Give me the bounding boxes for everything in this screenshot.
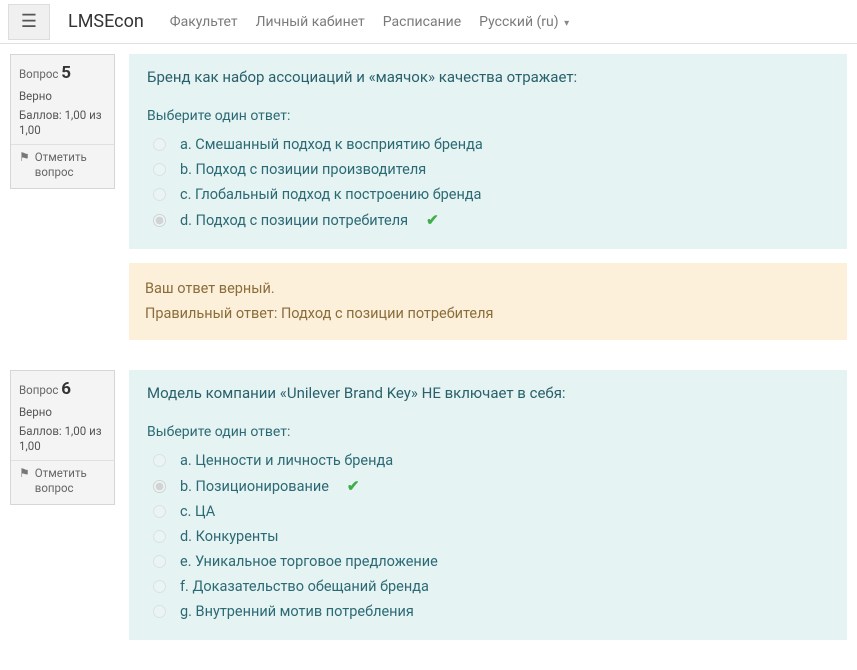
- answer-text: d. Конкуренты: [180, 528, 278, 545]
- answer-option[interactable]: d. Конкуренты: [147, 524, 829, 549]
- answer-option[interactable]: a. Ценности и личность бренда: [147, 448, 829, 473]
- answer-prompt: Выберите один ответ:: [147, 108, 829, 124]
- hamburger-icon: ☰: [21, 11, 37, 32]
- question-5: Вопрос 5 Верно Баллов: 1,00 из 1,00 ⚑ От…: [10, 54, 847, 340]
- chevron-down-icon: ▾: [564, 18, 569, 29]
- answer-option[interactable]: c. ЦА: [147, 499, 829, 524]
- answer-list: a. Смешанный подход к восприятию бренда b…: [147, 132, 829, 233]
- question-mark: Баллов: 1,00 из 1,00: [19, 424, 106, 454]
- question-label: Вопрос: [19, 67, 58, 81]
- answer-radio[interactable]: [153, 605, 166, 618]
- answer-option[interactable]: f. Доказательство обещаний бренда: [147, 574, 829, 599]
- flag-label: Отметить вопрос: [35, 150, 106, 180]
- answer-option[interactable]: b. Позиционирование ✔: [147, 473, 829, 499]
- question-info: Вопрос 6 Верно Баллов: 1,00 из 1,00 ⚑ От…: [10, 370, 115, 505]
- question-number: 6: [61, 379, 71, 399]
- feedback-correctness: Ваш ответ верный.: [145, 277, 831, 302]
- answer-text: b. Подход с позиции производителя: [180, 161, 426, 178]
- answer-radio[interactable]: [153, 138, 166, 151]
- page-body: Вопрос 5 Верно Баллов: 1,00 из 1,00 ⚑ От…: [0, 44, 857, 640]
- question-text: Бренд как набор ассоциаций и «маячок» ка…: [147, 68, 829, 86]
- answer-text: d. Подход с позиции потребителя: [180, 212, 408, 229]
- answer-text: a. Ценности и личность бренда: [180, 452, 393, 469]
- answer-option[interactable]: c. Глобальный подход к построению бренда: [147, 182, 829, 207]
- site-brand[interactable]: LMSEcon: [68, 11, 144, 32]
- answer-option[interactable]: e. Уникальное торговое предложение: [147, 549, 829, 574]
- answer-radio[interactable]: [153, 163, 166, 176]
- nav-link-faculty[interactable]: Факультет: [170, 14, 238, 30]
- answer-option[interactable]: b. Подход с позиции производителя: [147, 157, 829, 182]
- flag-question-button[interactable]: ⚑ Отметить вопрос: [11, 144, 114, 188]
- flag-question-button[interactable]: ⚑ Отметить вопрос: [11, 460, 114, 504]
- nav-link-schedule[interactable]: Расписание: [383, 14, 461, 30]
- feedback-right-answer: Правильный ответ: Подход с позиции потре…: [145, 302, 831, 327]
- answer-text: c. Глобальный подход к построению бренда: [180, 186, 481, 203]
- answer-radio[interactable]: [153, 188, 166, 201]
- answer-radio[interactable]: [153, 530, 166, 543]
- flag-icon: ⚑: [19, 466, 30, 482]
- navbar: ☰ LMSEcon Факультет Личный кабинет Распи…: [0, 0, 857, 44]
- flag-label: Отметить вопрос: [35, 466, 106, 496]
- question-state: Верно: [19, 404, 106, 421]
- nav-link-account[interactable]: Личный кабинет: [256, 14, 365, 30]
- question-formulation: Модель компании «Unilever Brand Key» НЕ …: [129, 370, 847, 640]
- answer-text: f. Доказательство обещаний бренда: [180, 578, 429, 595]
- question-mark: Баллов: 1,00 из 1,00: [19, 108, 106, 138]
- question-state: Верно: [19, 88, 106, 105]
- answer-text: e. Уникальное торговое предложение: [180, 553, 438, 570]
- answer-radio[interactable]: [153, 555, 166, 568]
- correct-check-icon: ✔: [426, 211, 439, 229]
- answer-radio[interactable]: [153, 214, 166, 227]
- answer-prompt: Выберите один ответ:: [147, 424, 829, 440]
- answer-option[interactable]: d. Подход с позиции потребителя ✔: [147, 207, 829, 233]
- question-6: Вопрос 6 Верно Баллов: 1,00 из 1,00 ⚑ От…: [10, 370, 847, 640]
- answer-option[interactable]: a. Смешанный подход к восприятию бренда: [147, 132, 829, 157]
- answer-radio[interactable]: [153, 480, 166, 493]
- answer-radio[interactable]: [153, 505, 166, 518]
- answer-radio[interactable]: [153, 580, 166, 593]
- answer-text: b. Позиционирование: [180, 478, 329, 495]
- answer-feedback: Ваш ответ верный. Правильный ответ: Подх…: [129, 263, 847, 340]
- answer-option[interactable]: g. Внутренний мотив потребления: [147, 599, 829, 624]
- question-formulation: Бренд как набор ассоциаций и «маячок» ка…: [129, 54, 847, 249]
- question-content: Бренд как набор ассоциаций и «маячок» ка…: [129, 54, 847, 340]
- answer-text: c. ЦА: [180, 503, 215, 520]
- question-text: Модель компании «Unilever Brand Key» НЕ …: [147, 384, 829, 402]
- menu-toggle-button[interactable]: ☰: [8, 4, 50, 40]
- answer-text: g. Внутренний мотив потребления: [180, 603, 414, 620]
- correct-check-icon: ✔: [347, 477, 360, 495]
- nav-link-language[interactable]: Русский (ru) ▾: [479, 14, 569, 30]
- flag-icon: ⚑: [19, 150, 30, 166]
- question-info: Вопрос 5 Верно Баллов: 1,00 из 1,00 ⚑ От…: [10, 54, 115, 189]
- question-number: 5: [61, 63, 71, 83]
- answer-text: a. Смешанный подход к восприятию бренда: [180, 136, 483, 153]
- answer-list: a. Ценности и личность бренда b. Позицион…: [147, 448, 829, 624]
- question-content: Модель компании «Unilever Brand Key» НЕ …: [129, 370, 847, 640]
- answer-radio[interactable]: [153, 454, 166, 467]
- language-label: Русский (ru): [479, 14, 558, 30]
- question-label: Вопрос: [19, 383, 58, 397]
